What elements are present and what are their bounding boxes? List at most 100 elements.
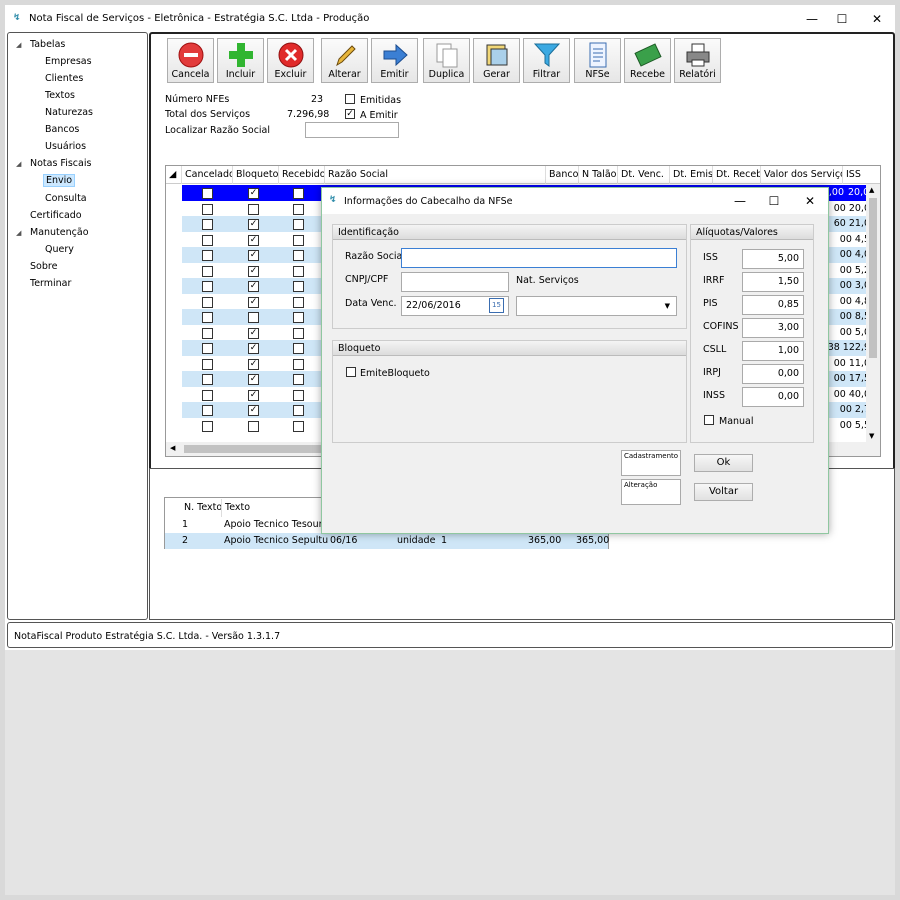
bloqueto-checkbox[interactable]: ✓: [248, 374, 259, 385]
gerar-button[interactable]: Gerar: [473, 38, 520, 83]
cancelado-checkbox[interactable]: [202, 389, 213, 401]
tree-certificado[interactable]: Certificado: [30, 210, 82, 221]
expand-arrow-icon[interactable]: ◢: [16, 41, 21, 49]
bloqueto-checkbox[interactable]: ✓: [248, 343, 259, 354]
col-cancelado[interactable]: Cancelado: [182, 166, 233, 184]
recebido-checkbox[interactable]: [293, 420, 304, 432]
bloqueto-checkbox[interactable]: ✓: [248, 405, 259, 416]
inss-input[interactable]: 0,00: [742, 387, 804, 407]
col-n-talao[interactable]: N Talão: [579, 166, 618, 184]
bloqueto-checkbox[interactable]: ✓: [248, 188, 259, 199]
recebido-checkbox[interactable]: [293, 265, 304, 277]
cancelado-checkbox[interactable]: [202, 188, 213, 199]
csll-input[interactable]: 1,00: [742, 341, 804, 361]
recebido-checkbox[interactable]: [293, 296, 304, 308]
tree-sobre[interactable]: Sobre: [30, 261, 57, 272]
bloqueto-checkbox[interactable]: [248, 312, 259, 323]
col-texto[interactable]: Texto: [222, 499, 332, 517]
duplica-button[interactable]: Duplica: [423, 38, 470, 83]
a-emitir-checkbox[interactable]: ✓: [345, 109, 355, 119]
close-icon[interactable]: ✕: [863, 8, 891, 30]
iss-input[interactable]: 5,00: [742, 249, 804, 269]
recebido-checkbox[interactable]: [293, 203, 304, 215]
tree-query[interactable]: Query: [45, 244, 74, 255]
localizar-input[interactable]: [305, 122, 399, 138]
bloqueto-checkbox[interactable]: ✓: [248, 234, 259, 246]
incluir-button[interactable]: Incluir: [217, 38, 264, 83]
tree-empresas[interactable]: Empresas: [45, 56, 92, 67]
recebido-checkbox[interactable]: [293, 219, 304, 230]
recebe-button[interactable]: Recebe: [624, 38, 671, 83]
recebido-checkbox[interactable]: [293, 250, 304, 261]
bloqueto-checkbox[interactable]: ✓: [248, 281, 259, 292]
bloqueto-checkbox[interactable]: ✓: [248, 265, 259, 277]
cancelado-checkbox[interactable]: [202, 203, 213, 215]
cancelado-checkbox[interactable]: [202, 358, 213, 370]
col-iss[interactable]: ISS: [843, 166, 880, 184]
col-bloqueto[interactable]: Bloqueto: [233, 166, 279, 184]
col-dt-venc[interactable]: Dt. Venc.: [618, 166, 670, 184]
razao-social-input[interactable]: [401, 248, 677, 268]
scroll-down-icon[interactable]: ▼: [869, 432, 874, 440]
cancelado-checkbox[interactable]: [202, 374, 213, 385]
tree-naturezas[interactable]: Naturezas: [45, 107, 93, 118]
bloqueto-checkbox[interactable]: ✓: [248, 389, 259, 401]
tree-consulta[interactable]: Consulta: [45, 193, 87, 204]
col-razao-social[interactable]: Razão Social: [325, 166, 546, 184]
recebido-checkbox[interactable]: [293, 374, 304, 385]
close-icon[interactable]: ✕: [796, 190, 824, 212]
bloqueto-checkbox[interactable]: ✓: [248, 219, 259, 230]
col-valor-servicos[interactable]: Valor dos Serviços: [761, 166, 843, 184]
minimize-icon[interactable]: —: [798, 8, 826, 30]
col-dt-emis[interactable]: Dt. Emis.: [670, 166, 713, 184]
recebido-checkbox[interactable]: [293, 358, 304, 370]
col-n-texto[interactable]: N. Texto: [181, 499, 222, 517]
cancelado-checkbox[interactable]: [202, 250, 213, 261]
bloqueto-checkbox[interactable]: [248, 203, 259, 215]
recebido-checkbox[interactable]: [293, 389, 304, 401]
cancelado-checkbox[interactable]: [202, 296, 213, 308]
irrf-input[interactable]: 1,50: [742, 272, 804, 292]
cancelado-checkbox[interactable]: [202, 420, 213, 432]
tree-envio[interactable]: Envio: [43, 174, 76, 187]
tree-bancos[interactable]: Bancos: [45, 124, 79, 135]
recebido-checkbox[interactable]: [293, 234, 304, 246]
expand-arrow-icon[interactable]: ◢: [16, 160, 21, 168]
recebido-checkbox[interactable]: [293, 281, 304, 292]
minimize-icon[interactable]: —: [726, 190, 754, 212]
bloqueto-checkbox[interactable]: [248, 420, 259, 432]
cancelado-checkbox[interactable]: [202, 343, 213, 354]
ok-button[interactable]: Ok: [694, 454, 753, 472]
nat-servicos-select[interactable]: ▼: [516, 296, 677, 316]
calendar-icon[interactable]: 15: [489, 298, 504, 313]
nfse-button[interactable]: NFSe: [574, 38, 621, 83]
tree-tabelas[interactable]: Tabelas: [30, 39, 65, 50]
alterar-button[interactable]: Alterar: [321, 38, 368, 83]
scroll-thumb[interactable]: [869, 198, 877, 358]
tree-textos[interactable]: Textos: [45, 90, 75, 101]
bloqueto-checkbox[interactable]: ✓: [248, 327, 259, 339]
recebido-checkbox[interactable]: [293, 327, 304, 339]
excluir-button[interactable]: Excluir: [267, 38, 314, 83]
recebido-checkbox[interactable]: [293, 312, 304, 323]
bloqueto-checkbox[interactable]: ✓: [248, 358, 259, 370]
recebido-checkbox[interactable]: [293, 405, 304, 416]
scroll-left-icon[interactable]: ◀: [170, 444, 175, 452]
cofins-input[interactable]: 3,00: [742, 318, 804, 338]
table-row[interactable]: 2 Apoio Tecnico Sepulturas 06/16 unidade…: [165, 533, 609, 549]
col-dt-receb[interactable]: Dt. Receb.: [713, 166, 761, 184]
cancelado-checkbox[interactable]: [202, 219, 213, 230]
cancelado-checkbox[interactable]: [202, 312, 213, 323]
maximize-icon[interactable]: ☐: [760, 190, 788, 212]
col-recebido[interactable]: Recebido: [279, 166, 325, 184]
col-banco[interactable]: Banco: [546, 166, 579, 184]
emitir-button[interactable]: Emitir: [371, 38, 418, 83]
filtrar-button[interactable]: Filtrar: [523, 38, 570, 83]
emitidas-checkbox[interactable]: [345, 94, 355, 104]
tree-notas-fiscais[interactable]: Notas Fiscais: [30, 158, 91, 169]
scroll-up-icon[interactable]: ▲: [869, 186, 874, 194]
cnpj-input[interactable]: [401, 272, 509, 292]
bloqueto-checkbox[interactable]: ✓: [248, 296, 259, 308]
expand-arrow-icon[interactable]: ◢: [16, 229, 21, 237]
emite-bloqueto-checkbox[interactable]: [346, 367, 356, 377]
